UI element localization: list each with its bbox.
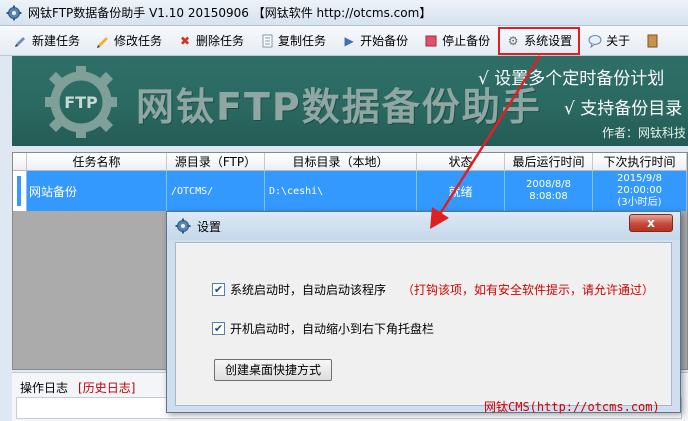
cell-status: 就绪 — [417, 171, 505, 211]
banner-author: 作者：网钛科技 — [602, 126, 687, 140]
banner-feature-1: √ 设置多个定时备份计划 — [478, 69, 665, 89]
delete-task-button[interactable]: ✖ 删除任务 — [172, 29, 250, 53]
option-minimize-row: ✔ 开机启动时，自动缩小到右下角托盘栏 — [212, 320, 434, 337]
tab-history-log[interactable]: [历史日志] — [78, 379, 135, 396]
watermark-text: 网钛CMS(http://otcms.com) — [484, 400, 660, 414]
autostart-checkbox[interactable]: ✔ — [212, 283, 225, 296]
exit-door-icon — [646, 34, 660, 48]
cell-next-run: 2015/9/8 20:00:00 (3小时后) — [593, 171, 687, 211]
ftp-gear-logo-icon: FTP — [45, 66, 117, 138]
svg-text:FTP: FTP — [64, 93, 98, 112]
edit-task-button[interactable]: 修改任务 — [90, 29, 168, 53]
table-row[interactable]: 网站备份 /OTCMS/ D:\ceshi\ 就绪 2008/8/8 8:08:… — [13, 171, 687, 211]
info-bubble-icon — [588, 34, 602, 48]
next-run-time: 20:00:00 — [617, 185, 662, 196]
header-last-run[interactable]: 最后运行时间 — [505, 153, 593, 171]
window-title: 网钛FTP数据备份助手 V1.10 20150906 【网钛软件 http://… — [28, 6, 432, 20]
row-gutter — [13, 171, 27, 211]
settings-dialog: 设置 x ✔ 系统启动时，自动启动该程序 （打钩该项，如有安全软件提示，请允许通… — [166, 211, 681, 413]
minimize-to-tray-label[interactable]: 开机启动时，自动缩小到右下角托盘栏 — [230, 320, 434, 337]
next-run-note: (3小时后) — [617, 197, 662, 208]
close-button[interactable]: x — [629, 214, 673, 232]
last-run-time: 8:08:08 — [529, 191, 568, 202]
stop-backup-label: 停止备份 — [442, 34, 491, 48]
cell-task-name: 网站备份 — [27, 171, 167, 211]
new-task-button[interactable]: 新建任务 — [8, 29, 86, 53]
about-button[interactable]: 关于 — [582, 29, 636, 53]
row-selection-marker — [17, 176, 21, 206]
exit-button-partial[interactable] — [640, 29, 670, 53]
dialog-title: 设置 — [197, 219, 222, 234]
play-icon: ▶ — [344, 33, 354, 48]
minimize-to-tray-checkbox[interactable]: ✔ — [212, 322, 225, 335]
dialog-body: ✔ 系统启动时，自动启动该程序 （打钩该项，如有安全软件提示，请允许通过） ✔ … — [175, 242, 672, 406]
option-autostart-row: ✔ 系统启动时，自动启动该程序 （打钩该项，如有安全软件提示，请允许通过） — [212, 281, 654, 298]
banner-feature-2: √ 支持备份目录 — [564, 99, 683, 119]
autostart-note: （打钩该项，如有安全软件提示，请允许通过） — [402, 283, 655, 297]
header-status[interactable]: 状态 — [417, 153, 505, 171]
start-backup-label: 开始备份 — [360, 34, 409, 48]
copy-task-label: 复制任务 — [278, 34, 327, 48]
table-header: 任务名称 源目录（FTP） 目标目录（本地） 状态 最后运行时间 下次执行时间 — [13, 153, 687, 171]
create-shortcut-button[interactable]: 创建桌面快捷方式 — [214, 359, 333, 381]
system-settings-label: 系统设置 — [524, 34, 573, 48]
header-target-dir[interactable]: 目标目录（本地） — [265, 153, 417, 171]
copy-document-icon — [260, 34, 274, 48]
stop-square-icon — [424, 34, 438, 48]
dialog-gear-icon — [175, 218, 191, 234]
cell-last-run: 2008/8/8 8:08:08 — [505, 171, 593, 211]
app-banner: FTP 网钛FTP数据备份助手 √ 设置多个定时备份计划 √ 支持备份目录 作者… — [12, 56, 688, 146]
close-icon: x — [647, 216, 655, 230]
cell-source-dir: /OTCMS/ — [167, 171, 265, 211]
dialog-title-bar[interactable]: 设置 — [167, 212, 680, 240]
delete-x-icon: ✖ — [180, 33, 191, 48]
about-label: 关于 — [606, 34, 631, 48]
new-task-icon — [14, 34, 28, 48]
header-source-dir[interactable]: 源目录（FTP） — [167, 153, 265, 171]
cell-target-dir: D:\ceshi\ — [265, 171, 417, 211]
copy-task-button[interactable]: 复制任务 — [254, 29, 332, 53]
autostart-label[interactable]: 系统启动时，自动启动该程序 — [230, 281, 386, 298]
start-backup-button[interactable]: ▶ 开始备份 — [336, 29, 414, 53]
system-settings-button[interactable]: ⚙ 系统设置 — [498, 26, 581, 55]
edit-task-label: 修改任务 — [114, 34, 163, 48]
edit-pencil-icon — [96, 34, 110, 48]
stop-backup-button[interactable]: 停止备份 — [418, 29, 496, 53]
header-task-name[interactable]: 任务名称 — [27, 153, 167, 171]
gear-icon: ⚙ — [507, 33, 519, 48]
delete-task-label: 删除任务 — [196, 34, 245, 48]
new-task-label: 新建任务 — [32, 34, 81, 48]
header-next-run[interactable]: 下次执行时间 — [593, 153, 687, 171]
toolbar: 新建任务 修改任务 ✖ 删除任务 复制任务 ▶ 开始备份 停止备份 ⚙ 系统设置… — [0, 26, 688, 56]
app-gear-icon — [6, 5, 22, 20]
last-run-date: 2008/8/8 — [526, 179, 571, 190]
tab-operation-log[interactable]: 操作日志 — [20, 379, 68, 396]
header-gutter — [13, 153, 27, 171]
next-run-date: 2015/9/8 — [617, 173, 662, 184]
title-bar: 网钛FTP数据备份助手 V1.10 20150906 【网钛软件 http://… — [0, 0, 688, 26]
